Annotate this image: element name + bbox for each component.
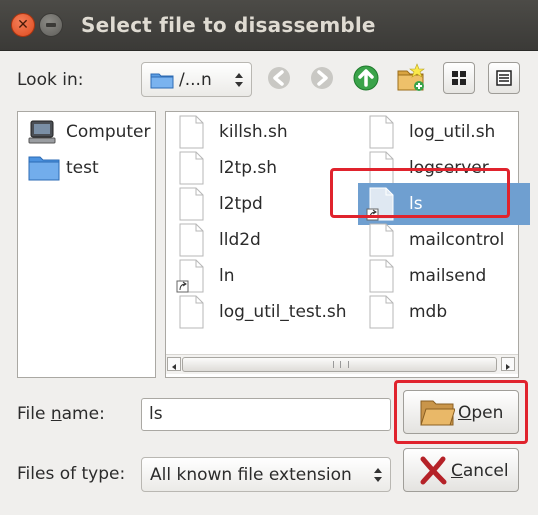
list-view-icon (452, 71, 466, 85)
folder-icon (150, 73, 174, 89)
file-link-icon (176, 259, 204, 293)
horizontal-scrollbar[interactable] (166, 354, 518, 374)
file-dialog: ✕ Select file to disassemble Look in: /.… (0, 0, 538, 515)
file-type-label: Files of type: (17, 464, 126, 484)
detail-view-button[interactable] (488, 62, 520, 94)
file-name: killsh.sh (219, 122, 288, 142)
file-icon (369, 259, 394, 293)
file-name: l2tp.sh (219, 158, 278, 178)
detail-view-icon (496, 70, 512, 86)
new-folder-button[interactable] (395, 62, 427, 94)
file-item[interactable]: killsh.sh (176, 115, 336, 149)
file-item[interactable]: lld2d (176, 223, 336, 257)
file-name-input[interactable]: ls (141, 398, 391, 431)
file-name: mailcontrol (409, 230, 505, 250)
scroll-left-button[interactable] (167, 357, 181, 371)
look-in-combo[interactable]: /...n (141, 62, 252, 97)
cancel-button[interactable]: Cancel (403, 448, 519, 492)
file-item[interactable]: log_util_test.sh (176, 295, 346, 329)
file-name: mdb (409, 302, 448, 322)
place-label: Computer (66, 122, 151, 142)
file-name: log_util.sh (409, 122, 496, 142)
file-name-value: ls (149, 404, 163, 424)
place-computer[interactable]: Computer (28, 118, 153, 148)
file-name: lld2d (219, 230, 261, 250)
close-window-button[interactable]: ✕ (11, 13, 35, 37)
right-arrow-icon (506, 364, 510, 370)
file-item[interactable]: l2tpd (176, 187, 336, 221)
scroll-right-button[interactable] (501, 357, 515, 371)
file-icon (369, 295, 394, 329)
place-label: test (66, 158, 99, 178)
scrollbar-thumb[interactable] (182, 357, 497, 372)
file-icon (369, 223, 394, 257)
file-name: mailsend (409, 266, 487, 286)
file-type-value: All known file extension (150, 465, 352, 485)
file-icon (179, 295, 204, 329)
places-pane: Computer test (17, 111, 156, 378)
file-item[interactable]: ln (176, 259, 336, 293)
title-bar: ✕ Select file to disassemble (0, 0, 538, 51)
open-highlight-box (394, 380, 528, 444)
folder-icon (28, 156, 60, 181)
back-button[interactable] (263, 62, 295, 94)
file-item[interactable]: mdb (366, 295, 526, 329)
list-view-button[interactable] (443, 62, 475, 94)
minimize-window-button[interactable] (39, 13, 63, 37)
file-icon (179, 223, 204, 257)
file-name: log_util_test.sh (219, 302, 347, 322)
file-item[interactable]: mailsend (366, 259, 526, 293)
new-folder-icon (397, 63, 425, 91)
computer-icon (28, 120, 56, 144)
file-name-label: File name: (17, 404, 105, 424)
parent-dir-icon (353, 65, 379, 91)
left-arrow-icon (172, 364, 176, 370)
file-icon (369, 115, 394, 149)
selected-file-highlight-box (330, 168, 510, 218)
minimize-icon (46, 23, 56, 27)
back-icon (268, 67, 290, 89)
forward-button[interactable] (306, 62, 338, 94)
combo-arrows-icon (374, 468, 382, 482)
file-icon (179, 115, 204, 149)
look-in-path: /...n (179, 70, 212, 90)
place-test[interactable]: test (28, 154, 153, 184)
file-item[interactable]: log_util.sh (366, 115, 526, 149)
look-in-label: Look in: (17, 70, 84, 90)
file-icon (179, 187, 204, 221)
file-name: l2tpd (219, 194, 263, 214)
forward-icon (311, 67, 333, 89)
file-type-combo[interactable]: All known file extension (141, 457, 391, 492)
combo-arrows-icon (235, 73, 243, 87)
file-item[interactable]: l2tp.sh (176, 151, 336, 185)
file-icon (179, 151, 204, 185)
file-name: ln (219, 266, 235, 286)
parent-directory-button[interactable] (350, 62, 382, 94)
cancel-x-icon (420, 456, 447, 485)
close-icon: ✕ (17, 17, 29, 33)
file-item[interactable]: mailcontrol (366, 223, 526, 257)
cancel-button-label: Cancel (451, 461, 509, 481)
window-title: Select file to disassemble (81, 13, 376, 37)
